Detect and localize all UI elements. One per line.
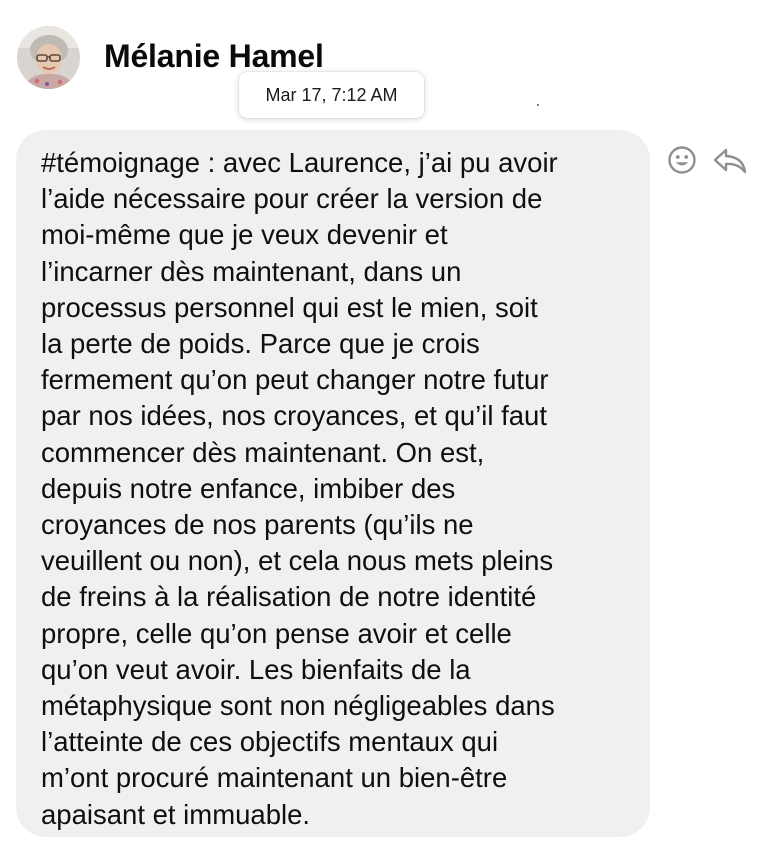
avatar[interactable] <box>17 26 80 89</box>
divider-dot <box>537 104 539 106</box>
message-bubble[interactable]: #témoignage : avec Laurence, j’ai pu avo… <box>16 130 650 837</box>
reply-arrow-icon <box>713 148 747 174</box>
sender-name[interactable]: Mélanie Hamel <box>104 38 324 75</box>
react-button[interactable] <box>665 143 699 177</box>
smiley-face-icon <box>668 146 696 174</box>
message-text: #témoignage : avec Laurence, j’ai pu avo… <box>41 147 558 830</box>
timestamp-tooltip: Mar 17, 7:12 AM <box>239 72 424 118</box>
avatar-photo <box>17 26 80 89</box>
reply-button[interactable] <box>712 143 748 177</box>
